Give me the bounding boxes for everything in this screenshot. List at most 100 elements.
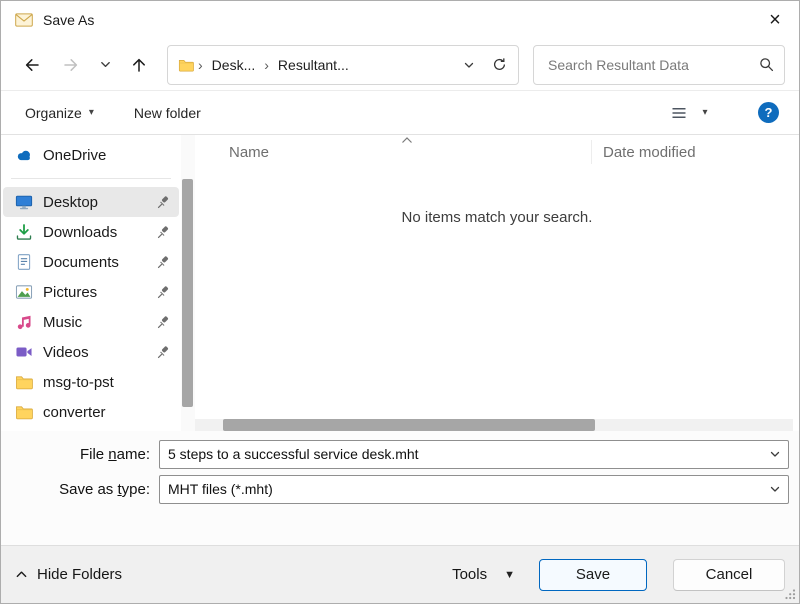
chevron-down-icon	[99, 58, 112, 71]
recent-locations-button[interactable]	[93, 48, 117, 82]
vertical-scrollbar-thumb[interactable]	[182, 179, 193, 407]
breadcrumb-separator-icon: ›	[260, 57, 273, 73]
footer-actions: Tools ▼ Save Cancel	[452, 559, 785, 591]
search-icon[interactable]	[759, 57, 774, 72]
sidebar-item-label: Downloads	[43, 224, 117, 241]
command-bar: Organize ▾ New folder ▾ ?	[1, 91, 799, 135]
window-title: Save As	[43, 12, 94, 28]
folder-icon	[15, 373, 33, 391]
titlebar: Save As ×	[1, 1, 799, 39]
help-button[interactable]: ?	[758, 102, 779, 123]
save-as-type-label: Save as type:	[1, 481, 159, 498]
sidebar-item-label: msg-to-pst	[43, 374, 114, 391]
horizontal-scrollbar[interactable]	[195, 419, 793, 431]
sidebar-item-downloads[interactable]: Downloads	[3, 217, 179, 247]
chevron-down-icon	[463, 59, 475, 71]
sidebar-item-converter[interactable]: converter	[3, 397, 179, 427]
sidebar-item-msg-to-pst[interactable]: msg-to-pst	[3, 367, 179, 397]
up-arrow-icon	[130, 56, 148, 74]
music-icon	[15, 313, 33, 331]
column-header-name[interactable]: Name	[229, 144, 269, 161]
close-icon: ×	[769, 9, 781, 32]
documents-icon	[15, 253, 33, 271]
pin-icon	[156, 255, 171, 270]
onedrive-icon	[15, 146, 33, 164]
chevron-down-icon: ▾	[702, 107, 707, 118]
sidebar-item-onedrive[interactable]: OneDrive	[3, 140, 179, 170]
chevron-down-icon	[762, 476, 788, 503]
file-name-label: File name:	[1, 446, 159, 463]
horizontal-scrollbar-thumb[interactable]	[223, 419, 595, 431]
sidebar-item-pictures[interactable]: Pictures	[3, 277, 179, 307]
hide-folders-label: Hide Folders	[37, 566, 122, 583]
hide-folders-button[interactable]: Hide Folders	[15, 566, 122, 583]
save-as-dialog: Save As ×	[0, 0, 800, 604]
navigation-pane: OneDrive Desktop Downloads Documents Pic…	[1, 135, 181, 431]
sidebar-separator	[11, 178, 171, 179]
sidebar-item-music[interactable]: Music	[3, 307, 179, 337]
address-bar[interactable]: › Desk... › Resultant...	[167, 45, 519, 85]
sidebar-item-label: Videos	[43, 344, 89, 361]
forward-arrow-icon	[62, 56, 80, 74]
organize-label: Organize	[25, 105, 82, 121]
sidebar-item-label: Desktop	[43, 194, 98, 211]
column-headers: Name Date modified	[195, 135, 799, 169]
chevron-down-icon: ▾	[89, 107, 94, 118]
desktop-icon	[15, 193, 33, 211]
tools-label: Tools	[452, 566, 487, 583]
videos-icon	[15, 343, 33, 361]
tools-button[interactable]: Tools ▼	[452, 566, 515, 583]
refresh-button[interactable]	[484, 49, 514, 81]
vertical-scrollbar[interactable]	[181, 135, 195, 431]
chevron-down-icon: ▼	[504, 569, 515, 581]
empty-list-message: No items match your search.	[195, 209, 799, 226]
new-folder-label: New folder	[134, 105, 201, 121]
back-button[interactable]	[15, 48, 49, 82]
breadcrumb-item-desktop[interactable]: Desk...	[207, 57, 261, 73]
search-box	[533, 45, 785, 85]
close-button[interactable]: ×	[751, 1, 799, 39]
chevron-up-icon	[15, 568, 28, 581]
new-folder-button[interactable]: New folder	[134, 105, 201, 121]
file-name-input[interactable]	[160, 446, 762, 462]
breadcrumb-item-resultant-data[interactable]: Resultant...	[273, 57, 354, 73]
chevron-down-icon	[769, 448, 781, 460]
organize-button[interactable]: Organize ▾	[25, 105, 94, 121]
file-name-combobox	[159, 440, 789, 469]
sidebar-item-label: Pictures	[43, 284, 97, 301]
view-options-button[interactable]	[666, 99, 692, 127]
dialog-body: OneDrive Desktop Downloads Documents Pic…	[1, 135, 799, 431]
pictures-icon	[15, 283, 33, 301]
file-name-row: File name:	[1, 439, 799, 469]
search-input[interactable]	[546, 56, 753, 74]
sidebar-item-label: converter	[43, 404, 106, 421]
up-button[interactable]	[122, 48, 156, 82]
mail-file-icon	[15, 13, 33, 27]
sidebar-item-videos[interactable]: Videos	[3, 337, 179, 367]
breadcrumb-separator-icon: ›	[194, 57, 207, 73]
folder-icon	[15, 403, 33, 421]
file-name-dropdown-button[interactable]	[762, 441, 788, 468]
save-as-type-value: MHT files (*.mht)	[160, 481, 762, 497]
column-header-date-modified[interactable]: Date modified	[603, 144, 696, 161]
save-as-type-select[interactable]: MHT files (*.mht)	[159, 475, 789, 504]
cancel-button[interactable]: Cancel	[673, 559, 785, 591]
pin-icon	[156, 315, 171, 330]
forward-button[interactable]	[54, 48, 88, 82]
save-as-type-row: Save as type: MHT files (*.mht)	[1, 474, 799, 504]
save-button[interactable]: Save	[539, 559, 647, 591]
sidebar-item-label: Documents	[43, 254, 119, 271]
command-bar-right: ▾ ?	[666, 99, 779, 127]
file-fields-section: File name: Save as type: MHT files (*.mh…	[1, 431, 799, 545]
refresh-icon	[492, 57, 507, 72]
view-options-dropdown-button[interactable]: ▾	[692, 99, 718, 127]
sidebar-item-documents[interactable]: Documents	[3, 247, 179, 277]
resize-grip[interactable]	[784, 588, 796, 600]
sidebar-item-desktop[interactable]: Desktop	[3, 187, 179, 217]
pin-icon	[156, 285, 171, 300]
sidebar-item-label: OneDrive	[43, 147, 106, 164]
folder-icon	[178, 57, 194, 73]
downloads-icon	[15, 223, 33, 241]
pin-icon	[156, 195, 171, 210]
address-dropdown-button[interactable]	[454, 49, 484, 81]
